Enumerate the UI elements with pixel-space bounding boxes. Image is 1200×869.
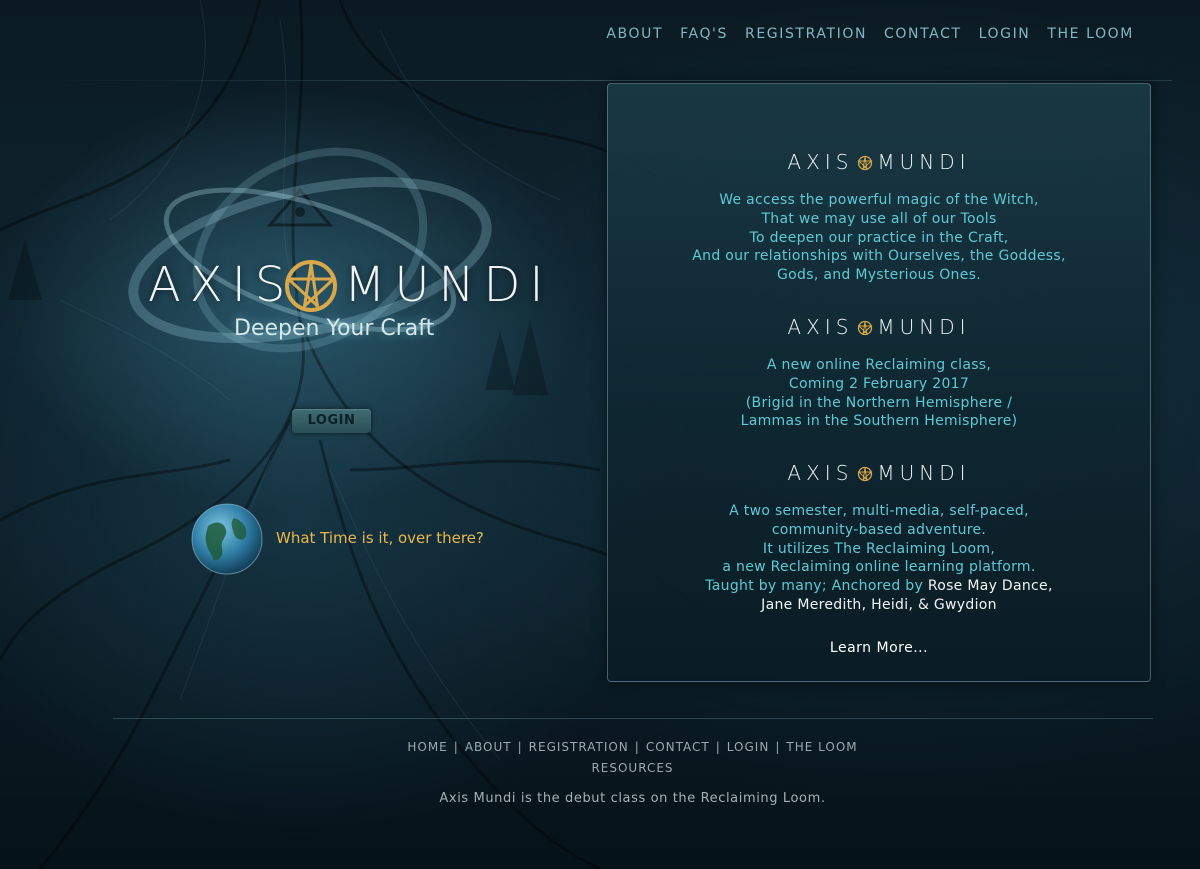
description-line: A two semester, multi-media, self-paced, [729, 503, 1029, 519]
panel-logo-axis: AXIS [787, 461, 854, 485]
footer-nav-registration[interactable]: REGISTRATION [529, 740, 629, 754]
anchor-name: Jane Meredith [761, 596, 862, 613]
announcement-line: Lammas in the Southern Hemisphere) [740, 413, 1018, 430]
anchors-line: Jane Meredith, Heidi, & Gwydion [761, 596, 997, 613]
nav-the-loom[interactable]: THE LOOM [1047, 26, 1134, 42]
separator: | [634, 740, 640, 754]
intro-line: That we may use all of our Tools [761, 210, 997, 227]
description-paragraph: A two semester, multi-media, self-paced,… [608, 502, 1150, 615]
nav-faqs[interactable]: FAQ'S [680, 26, 728, 42]
footer-nav-home[interactable]: HOME [407, 740, 447, 754]
globe-icon[interactable] [190, 502, 264, 576]
footer-nav-about[interactable]: ABOUT [465, 740, 512, 754]
anchor-name: Heidi [871, 596, 909, 613]
login-button[interactable]: LOGIN [292, 409, 371, 433]
description-line: It utilizes The Reclaiming Loom, [762, 540, 996, 557]
footer-nav: HOME | ABOUT | REGISTRATION | CONTACT | LOGIN | TH… [0, 740, 1200, 754]
tagline: Deepen Your Craft [234, 316, 435, 341]
anchor-name: Rose May Dance [927, 578, 1048, 595]
intro-line: Gods, and Mysterious Ones. [777, 267, 981, 284]
footer-nav-the-loom[interactable]: THE LOOM [786, 740, 857, 754]
footer-text: Axis Mundi is the debut class on the Rec… [439, 791, 826, 806]
footer-divider [113, 718, 1153, 719]
logo-word-axis: AXIS [148, 257, 295, 313]
announcement-line: A new online Reclaiming class, [766, 357, 992, 373]
intro-line: We access the powerful magic of the Witc… [719, 192, 1039, 208]
pentacle-icon [857, 317, 873, 341]
intro-line: And our relationships with Ourselves, th… [692, 248, 1066, 265]
description-line: community-based adventure. [771, 521, 987, 538]
panel-logo-mundi: MUNDI [877, 150, 971, 174]
taught-prefix: Taught by many; Anchored by [705, 578, 928, 595]
swirl-decoration [128, 147, 492, 353]
footer-nav-secondary: RESOURCES [0, 761, 1200, 775]
logo-word-mundi: MUNDI [344, 257, 553, 313]
footer-nav-contact[interactable]: CONTACT [646, 740, 710, 754]
intro-paragraph: We access the powerful magic of the Witc… [608, 191, 1150, 285]
nav-about[interactable]: ABOUT [606, 26, 663, 42]
pentacle-icon [285, 260, 337, 312]
separator: | [715, 740, 721, 754]
axis-mundi-logo: AXIS MUNDI [148, 255, 544, 315]
panel-logo-3: AXIS MUNDI [608, 461, 1150, 487]
footer-nav-login[interactable]: LOGIN [727, 740, 770, 754]
taught-by-line: Taught by many; Anchored by Rose May Dan… [705, 578, 1053, 595]
world-time-link[interactable]: What Time is it, over there? [276, 529, 484, 547]
footer-nav-resources[interactable]: RESOURCES [591, 761, 673, 775]
nav-contact[interactable]: CONTACT [884, 26, 962, 42]
anchor-name: Gwydion [933, 596, 997, 613]
learn-more-link[interactable]: Learn More... [608, 640, 1150, 656]
intro-line: To deepen our practice in the Craft, [749, 229, 1009, 246]
pentacle-icon [857, 152, 873, 176]
pentacle-icon [857, 463, 873, 487]
panel-logo-axis: AXIS [787, 150, 854, 174]
nav-registration[interactable]: REGISTRATION [745, 26, 867, 42]
panel-logo-mundi: MUNDI [877, 461, 971, 485]
description-line: a new Reclaiming online learning platfor… [722, 559, 1036, 576]
intro-panel: AXIS MUNDI We access the powerful magic o… [607, 83, 1151, 682]
panel-logo-mundi: MUNDI [877, 315, 971, 339]
panel-logo-1: AXIS MUNDI [608, 150, 1150, 176]
top-nav: ABOUT FAQ'S REGISTRATION CONTACT LOGIN T… [606, 26, 1134, 42]
announcement-paragraph: A new online Reclaiming class, Coming 2 … [608, 356, 1150, 431]
announcement-line: Coming 2 February 2017 [788, 375, 970, 392]
nav-login[interactable]: LOGIN [979, 26, 1031, 42]
header-divider [40, 80, 1172, 81]
panel-logo-2: AXIS MUNDI [608, 315, 1150, 341]
separator: | [517, 740, 523, 754]
announcement-line: (Brigid in the Northern Hemisphere / [745, 394, 1013, 411]
panel-logo-axis: AXIS [787, 315, 854, 339]
separator: | [775, 740, 781, 754]
separator: | [453, 740, 459, 754]
